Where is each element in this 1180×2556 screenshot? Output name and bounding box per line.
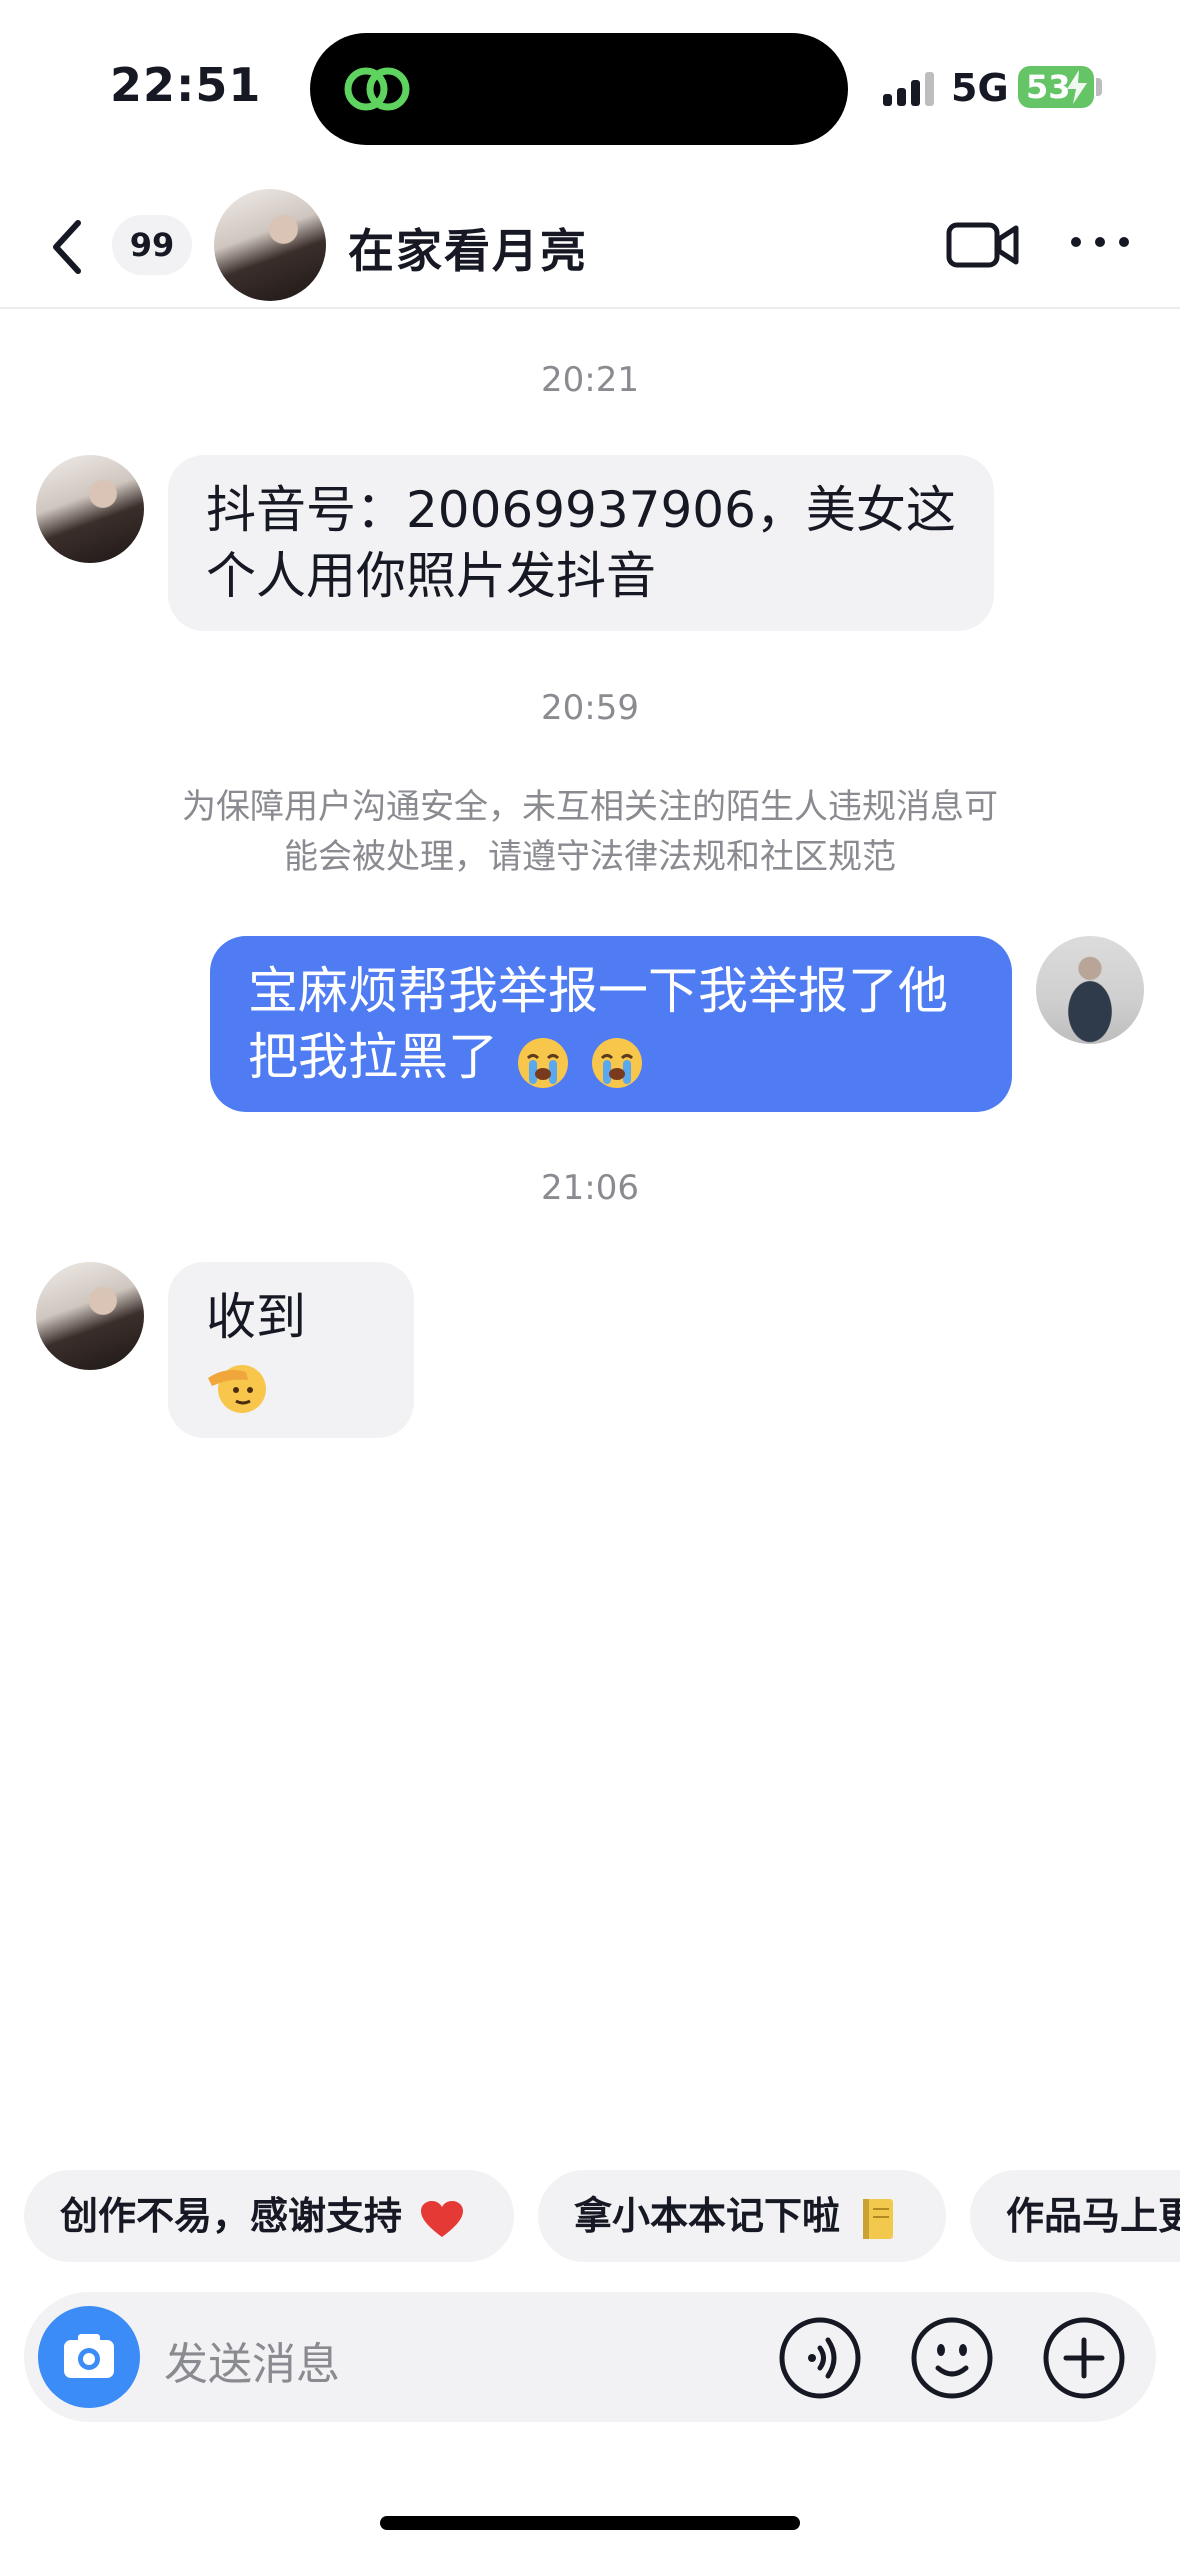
timestamp: 20:21 xyxy=(541,360,639,400)
message-input[interactable]: 发送消息 xyxy=(164,2328,340,2392)
camera-button[interactable] xyxy=(38,2306,140,2408)
network-type: 5G xyxy=(951,66,1009,110)
outgoing-message[interactable]: 宝麻烦帮我举报一下我举报了他 把我拉黑了 xyxy=(210,936,1012,1112)
timestamp: 20:59 xyxy=(541,688,639,728)
crying-face-emoji-icon xyxy=(517,1037,568,1088)
message-text: 抖音号：20069937906，美女这 xyxy=(206,481,956,539)
link-rings-icon xyxy=(344,67,410,111)
saluting-face-emoji-icon xyxy=(208,1364,266,1413)
quick-reply-chip[interactable]: 作品马上更 xyxy=(970,2170,1180,2262)
message-input-bar: 发送消息 xyxy=(24,2292,1156,2422)
emoji-face-icon[interactable] xyxy=(910,2316,994,2400)
my-avatar[interactable] xyxy=(1036,936,1144,1044)
contact-avatar[interactable] xyxy=(214,189,326,301)
video-call-icon[interactable] xyxy=(946,215,1020,275)
camera-icon xyxy=(64,2334,114,2378)
notebook-emoji-icon xyxy=(863,2198,894,2239)
crying-face-emoji-icon xyxy=(591,1037,642,1088)
back-chevron-icon[interactable] xyxy=(44,215,92,279)
battery-tip xyxy=(1096,78,1102,96)
incoming-message[interactable]: 收到 xyxy=(168,1262,414,1438)
quick-reply-chip[interactable]: 创作不易，感谢支持 xyxy=(24,2170,514,2262)
plus-icon[interactable] xyxy=(1042,2316,1126,2400)
sender-avatar[interactable] xyxy=(36,1262,144,1370)
quick-reply-label: 作品马上更 xyxy=(1006,2194,1180,2238)
safety-notice: 为保障用户沟通安全，未互相关注的陌生人违规消息可 能会被处理，请遵守法律法规和社… xyxy=(140,782,1040,882)
sender-avatar[interactable] xyxy=(36,455,144,563)
dynamic-island xyxy=(310,33,848,145)
signal-icon xyxy=(883,72,934,106)
message-text-part: 把我拉黑了 xyxy=(248,1028,498,1086)
chat-header: 99 在家看月亮 xyxy=(0,185,1180,309)
more-options-icon[interactable] xyxy=(1068,227,1132,257)
message-text: 宝麻烦帮我举报一下我举报了他 xyxy=(248,962,948,1020)
notice-text: 能会被处理，请遵守法律法规和社区规范 xyxy=(284,837,896,877)
incoming-message[interactable]: 抖音号：20069937906，美女这 个人用你照片发抖音 xyxy=(168,455,994,631)
status-time: 22:51 xyxy=(110,58,262,112)
quick-reply-chip[interactable]: 拿小本本记下啦 xyxy=(538,2170,946,2262)
notice-text: 为保障用户沟通安全，未互相关注的陌生人违规消息可 xyxy=(182,787,998,827)
unread-badge[interactable]: 99 xyxy=(112,215,192,275)
message-text: 个人用你照片发抖音 xyxy=(206,547,656,605)
home-indicator[interactable] xyxy=(380,2516,800,2530)
message-text: 收到 xyxy=(206,1288,306,1346)
contact-name[interactable]: 在家看月亮 xyxy=(348,215,588,281)
quick-reply-label: 创作不易，感谢支持 xyxy=(60,2194,403,2238)
voice-message-icon[interactable] xyxy=(778,2316,862,2400)
chat-screen: 22:51 5G 53 99 在家看月亮 20:21 抖音号：200699379… xyxy=(0,0,1180,2556)
timestamp: 21:06 xyxy=(541,1168,639,1208)
message-text: 把我拉黑了 xyxy=(248,1024,974,1090)
red-heart-emoji-icon xyxy=(421,2200,464,2237)
charging-bolt-icon xyxy=(1067,70,1087,104)
quick-reply-label: 拿小本本记下啦 xyxy=(574,2194,841,2238)
